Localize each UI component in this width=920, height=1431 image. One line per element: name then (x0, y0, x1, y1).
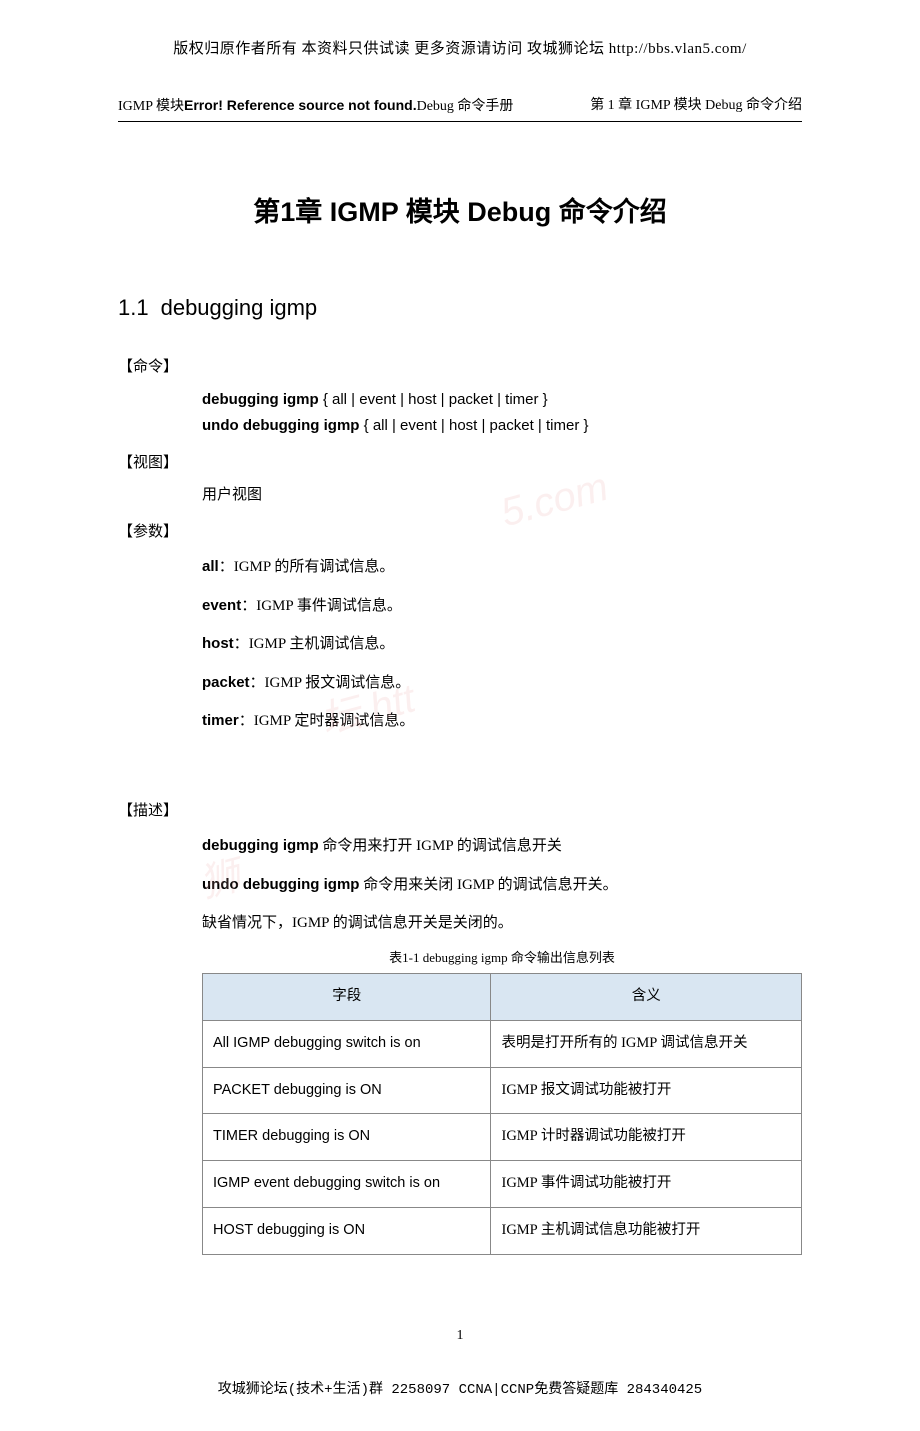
syntax2-rest: { all | event | host | packet | timer } (359, 417, 588, 434)
desc-line-3: 缺省情况下，IGMP 的调试信息开关是关闭的。 (202, 909, 802, 938)
page: 5.com 坛 htt 狮 版权归原作者所有 本资料只供试读 更多资源请访问 攻… (0, 0, 920, 1431)
header-left-prefix: IGMP 模块 (118, 99, 184, 114)
section-number: 1.1 (118, 295, 149, 320)
table-row: HOST debugging is ON IGMP 主机调试信息功能被打开 (203, 1207, 802, 1254)
desc1-bold: debugging igmp (202, 837, 319, 854)
cell-meaning: 表明是打开所有的 IGMP 调试信息开关 (491, 1020, 802, 1067)
syntax2-bold: undo debugging igmp (202, 417, 359, 434)
cell-field: PACKET debugging is ON (203, 1067, 491, 1114)
param-sep: ： (250, 675, 265, 691)
label-desc: 【描述】 (118, 800, 802, 823)
th-field: 字段 (203, 974, 491, 1021)
output-table: 字段 含义 All IGMP debugging switch is on 表明… (202, 973, 802, 1255)
param-timer: timer：IGMP 定时器调试信息。 (202, 707, 802, 736)
cell-meaning: IGMP 计时器调试功能被打开 (491, 1114, 802, 1161)
param-text: IGMP 定时器调试信息。 (254, 713, 415, 729)
cell-meaning: IGMP 报文调试功能被打开 (491, 1067, 802, 1114)
param-sep: ： (234, 636, 249, 652)
param-name: host (202, 635, 234, 652)
label-param: 【参数】 (118, 521, 802, 544)
syntax1-rest: { all | event | host | packet | timer } (319, 391, 548, 408)
view-text: 用户视图 (202, 484, 802, 507)
chapter-title: 第1章 IGMP 模块 Debug 命令介绍 (118, 192, 802, 233)
table-row: IGMP event debugging switch is on IGMP 事… (203, 1161, 802, 1208)
cell-meaning: IGMP 事件调试功能被打开 (491, 1161, 802, 1208)
table-caption: 表1-1 debugging igmp 命令输出信息列表 (202, 948, 802, 968)
param-text: IGMP 事件调试信息。 (256, 598, 402, 614)
param-sep: ： (239, 713, 254, 729)
desc-line-1: debugging igmp 命令用来打开 IGMP 的调试信息开关 (202, 832, 802, 861)
page-number: 1 (118, 1325, 802, 1346)
page-footer: 攻城狮论坛(技术+生活)群 2258097 CCNA|CCNP免费答疑题库 28… (118, 1380, 802, 1401)
table-row: All IGMP debugging switch is on 表明是打开所有的… (203, 1020, 802, 1067)
syntax-line-2: undo debugging igmp { all | event | host… (202, 415, 802, 438)
param-text: IGMP 报文调试信息。 (265, 675, 411, 691)
param-event: event：IGMP 事件调试信息。 (202, 592, 802, 621)
cell-field: HOST debugging is ON (203, 1207, 491, 1254)
copyright-note: 版权归原作者所有 本资料只供试读 更多资源请访问 攻城狮论坛 http://bb… (118, 38, 802, 61)
param-host: host：IGMP 主机调试信息。 (202, 630, 802, 659)
param-name: packet (202, 674, 250, 691)
syntax1-bold: debugging igmp (202, 391, 319, 408)
desc2-rest: 命令用来关闭 IGMP 的调试信息开关。 (359, 877, 617, 893)
header-left-suffix: Debug 命令手册 (417, 99, 514, 114)
header-left: IGMP 模块Error! Reference source not found… (118, 95, 513, 117)
desc2-bold: undo debugging igmp (202, 876, 359, 893)
syntax-line-1: debugging igmp { all | event | host | pa… (202, 389, 802, 412)
param-name: event (202, 597, 241, 614)
th-meaning: 含义 (491, 974, 802, 1021)
cell-meaning: IGMP 主机调试信息功能被打开 (491, 1207, 802, 1254)
section-name: debugging igmp (161, 295, 318, 320)
table-row: PACKET debugging is ON IGMP 报文调试功能被打开 (203, 1067, 802, 1114)
desc1-rest: 命令用来打开 IGMP 的调试信息开关 (319, 838, 562, 854)
param-all: all：IGMP 的所有调试信息。 (202, 553, 802, 582)
cell-field: All IGMP debugging switch is on (203, 1020, 491, 1067)
param-name: timer (202, 712, 239, 729)
param-text: IGMP 主机调试信息。 (249, 636, 395, 652)
page-header: IGMP 模块Error! Reference source not found… (118, 95, 802, 122)
table-row: TIMER debugging is ON IGMP 计时器调试功能被打开 (203, 1114, 802, 1161)
header-left-error: Error! Reference source not found. (184, 97, 417, 113)
desc-line-2: undo debugging igmp 命令用来关闭 IGMP 的调试信息开关。 (202, 871, 802, 900)
param-text: IGMP 的所有调试信息。 (234, 559, 395, 575)
section-heading: 1.1 debugging igmp (118, 290, 802, 326)
param-name: all (202, 558, 219, 575)
label-view: 【视图】 (118, 452, 802, 475)
param-sep: ： (241, 598, 256, 614)
table-header-row: 字段 含义 (203, 974, 802, 1021)
header-right: 第 1 章 IGMP 模块 Debug 命令介绍 (590, 95, 802, 117)
cell-field: IGMP event debugging switch is on (203, 1161, 491, 1208)
param-packet: packet：IGMP 报文调试信息。 (202, 669, 802, 698)
cell-field: TIMER debugging is ON (203, 1114, 491, 1161)
label-command: 【命令】 (118, 356, 802, 379)
param-sep: ： (219, 559, 234, 575)
